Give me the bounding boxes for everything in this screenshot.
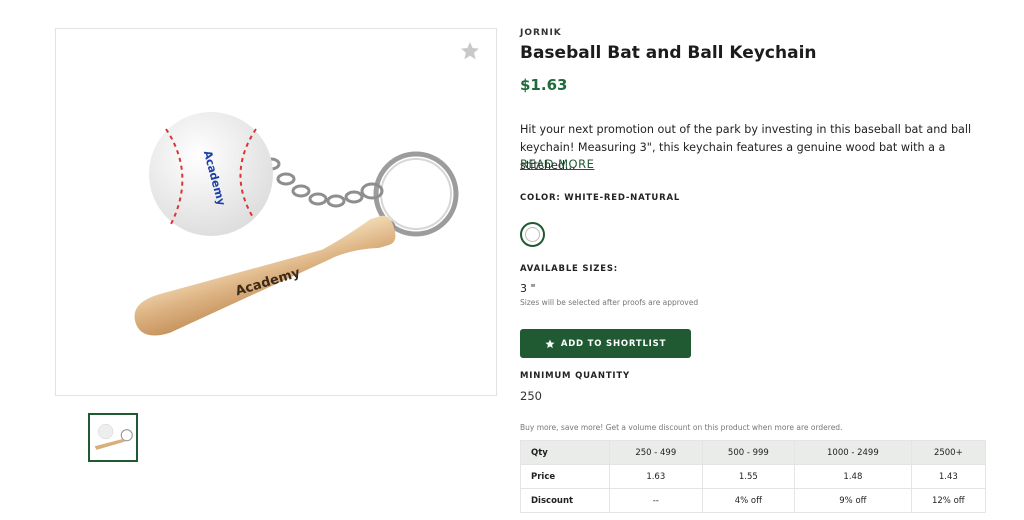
table-cell: Discount bbox=[520, 488, 610, 513]
color-swatch-white-red-natural[interactable] bbox=[520, 222, 545, 247]
product-price: $1.63 bbox=[520, 76, 568, 94]
table-cell: 1.43 bbox=[910, 464, 987, 489]
thumbnail-image bbox=[94, 423, 133, 450]
table-header-cell: 2500+ bbox=[910, 440, 987, 465]
minimum-quantity-value: 250 bbox=[520, 389, 542, 403]
volume-discount-note: Buy more, save more! Get a volume discou… bbox=[520, 423, 843, 432]
minimum-quantity-label: MINIMUM QUANTITY bbox=[520, 371, 630, 381]
table-cell: 1.48 bbox=[794, 464, 912, 489]
read-more-link[interactable]: READ MORE bbox=[520, 157, 594, 171]
size-note: Sizes will be selected after proofs are … bbox=[520, 298, 699, 307]
table-header-cell: 250 - 499 bbox=[609, 440, 703, 465]
table-header-cell: 500 - 999 bbox=[701, 440, 796, 465]
size-value: 3 " bbox=[520, 282, 536, 295]
shortlist-label: ADD TO SHORTLIST bbox=[560, 338, 667, 349]
table-header-cell: 1000 - 2499 bbox=[794, 440, 912, 465]
favorite-star-icon[interactable] bbox=[460, 41, 480, 61]
available-sizes-label: AVAILABLE SIZES: bbox=[520, 264, 618, 274]
add-to-shortlist-button[interactable]: ADD TO SHORTLIST bbox=[520, 329, 691, 358]
table-cell: 4% off bbox=[701, 488, 796, 513]
product-image-panel: Academy Academy bbox=[55, 28, 497, 396]
star-icon bbox=[545, 339, 555, 348]
table-cell: -- bbox=[609, 488, 703, 513]
product-thumbnail[interactable] bbox=[88, 413, 138, 462]
table-header-cell: Qty bbox=[520, 440, 610, 465]
table-cell: 12% off bbox=[910, 488, 987, 513]
color-label: COLOR: WHITE-RED-NATURAL bbox=[520, 193, 681, 203]
product-title: Baseball Bat and Ball Keychain bbox=[520, 43, 817, 63]
brand-name: JORNIK bbox=[520, 28, 562, 38]
table-cell: 1.55 bbox=[701, 464, 796, 489]
table-row: Discount -- 4% off 9% off 12% off bbox=[520, 488, 987, 513]
product-image: Academy Academy bbox=[134, 112, 459, 336]
table-row: Price 1.63 1.55 1.48 1.43 bbox=[520, 464, 987, 489]
table-cell: Price bbox=[520, 464, 610, 489]
table-cell: 1.63 bbox=[609, 464, 703, 489]
table-header-row: Qty 250 - 499 500 - 999 1000 - 2499 2500… bbox=[520, 440, 987, 465]
pricing-table: Qty 250 - 499 500 - 999 1000 - 2499 2500… bbox=[520, 440, 987, 513]
table-cell: 9% off bbox=[794, 488, 912, 513]
swatch-inner bbox=[525, 227, 540, 242]
